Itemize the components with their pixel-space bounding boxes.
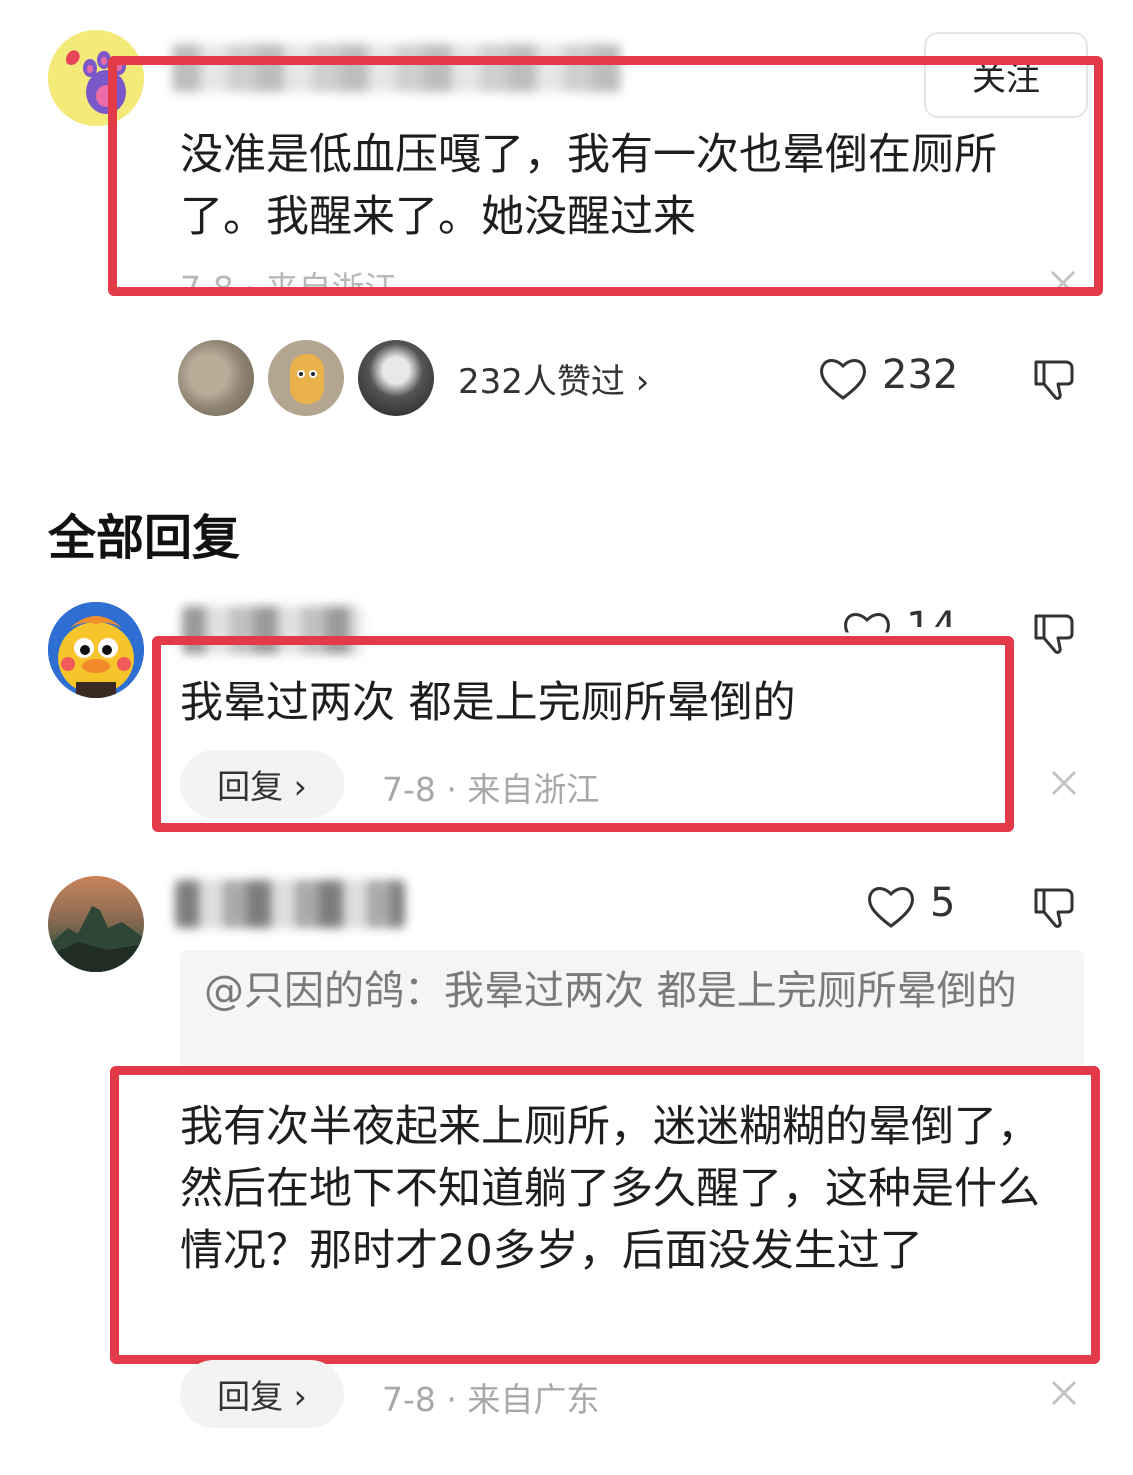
username-blurred[interactable] bbox=[175, 880, 405, 928]
reply-meta: 7-8 · 来自广东 bbox=[382, 1380, 600, 1419]
avatar[interactable] bbox=[48, 876, 144, 972]
dislike-icon[interactable] bbox=[1030, 356, 1078, 408]
like-count: 232 bbox=[882, 352, 959, 398]
quoted-reply: @只因的鸽：我晕过两次 都是上完厕所晕倒的 bbox=[180, 950, 1084, 1068]
avatar[interactable] bbox=[48, 602, 144, 698]
dislike-icon[interactable] bbox=[1030, 884, 1078, 936]
highlight-box bbox=[108, 56, 1103, 296]
heart-icon[interactable] bbox=[818, 356, 868, 406]
liker-avatar bbox=[268, 340, 344, 416]
reply-button[interactable]: 回复 › bbox=[180, 1360, 344, 1428]
likers-count-link[interactable]: 232人赞过 › bbox=[458, 354, 649, 403]
like-count: 5 bbox=[930, 880, 956, 926]
highlight-box bbox=[152, 636, 1014, 832]
dislike-icon[interactable] bbox=[1030, 610, 1078, 662]
quoted-reply-text: @只因的鸽：我晕过两次 都是上完厕所晕倒的 bbox=[204, 968, 1017, 1014]
highlight-box bbox=[110, 1066, 1100, 1364]
liker-avatar bbox=[178, 340, 254, 416]
section-title: 全部回复 bbox=[48, 510, 241, 566]
likers-row[interactable]: 232人赞过 › bbox=[178, 340, 649, 416]
close-icon[interactable] bbox=[1047, 766, 1081, 804]
close-icon[interactable] bbox=[1047, 1376, 1081, 1414]
heart-icon[interactable] bbox=[866, 884, 916, 934]
liker-avatar bbox=[358, 340, 434, 416]
